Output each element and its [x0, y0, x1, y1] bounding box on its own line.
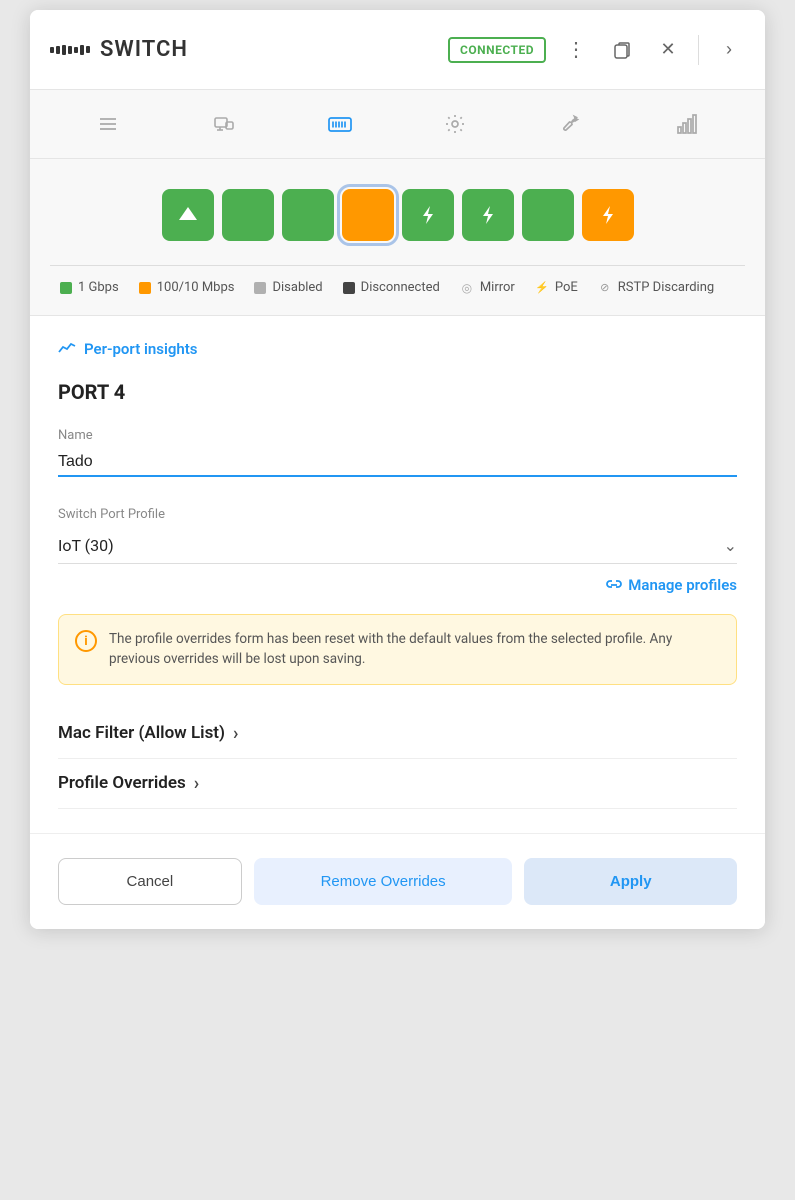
manage-profiles-label: Manage profiles [628, 576, 737, 594]
mac-filter-section[interactable]: Mac Filter (Allow List) › [58, 709, 737, 759]
legend-poe: ⚡ PoE [535, 280, 578, 295]
link-icon [606, 577, 622, 593]
poe-icon: ⚡ [535, 281, 549, 295]
profile-overrides-chevron: › [194, 773, 199, 794]
legend-1gbps: 1 Gbps [60, 280, 119, 295]
tab-tools[interactable] [547, 100, 595, 148]
tab-stats[interactable] [663, 100, 711, 148]
more-button[interactable]: ⋮ [560, 34, 592, 66]
manage-profiles-link[interactable]: Manage profiles [58, 576, 737, 594]
copy-icon [612, 40, 632, 60]
tab-settings[interactable] [431, 100, 479, 148]
port-1[interactable] [162, 189, 214, 241]
main-content: Per-port insights PORT 4 Name Switch Por… [30, 316, 765, 833]
port-3[interactable] [282, 189, 334, 241]
header-controls: CONNECTED ⋮ ✕ › [448, 34, 745, 66]
connected-badge: CONNECTED [448, 37, 546, 63]
profile-label: Switch Port Profile [58, 507, 737, 522]
copy-button[interactable] [606, 34, 638, 66]
profile-overrides-section[interactable]: Profile Overrides › [58, 759, 737, 809]
gear-icon [444, 113, 466, 135]
profile-overrides-label: Profile Overrides [58, 773, 186, 793]
mac-filter-chevron: › [233, 723, 238, 744]
footer-buttons: Cancel Remove Overrides Apply [30, 833, 765, 929]
rstp-icon: ⊘ [598, 281, 612, 295]
info-box: i The profile overrides form has been re… [58, 614, 737, 685]
port-8[interactable] [582, 189, 634, 241]
name-input[interactable] [58, 449, 737, 477]
header-title: SWITCH [100, 37, 188, 62]
legend-1gbps-label: 1 Gbps [78, 280, 119, 295]
legend-disabled-label: Disabled [272, 280, 322, 295]
more-icon: ⋮ [566, 37, 586, 62]
list-icon [97, 113, 119, 135]
cancel-button[interactable]: Cancel [58, 858, 242, 905]
legend-rstp-label: RSTP Discarding [618, 280, 714, 295]
chevron-right-icon: › [726, 39, 732, 60]
info-message: The profile overrides form has been rese… [109, 629, 720, 670]
bolt-icon [480, 204, 496, 226]
nav-tabs [30, 90, 765, 159]
port-5[interactable] [402, 189, 454, 241]
info-icon: i [75, 630, 97, 652]
switch-tab-icon [327, 113, 353, 135]
tab-list[interactable] [84, 100, 132, 148]
legend: 1 Gbps 100/10 Mbps Disabled Disconnected… [50, 280, 745, 295]
per-port-insights-link[interactable]: Per-port insights [58, 340, 737, 358]
bolt-icon [420, 204, 436, 226]
close-button[interactable]: ✕ [652, 34, 684, 66]
remove-overrides-button[interactable]: Remove Overrides [254, 858, 513, 905]
legend-rstp: ⊘ RSTP Discarding [598, 280, 714, 295]
port-7[interactable] [522, 189, 574, 241]
port-visualization: 1 Gbps 100/10 Mbps Disabled Disconnected… [30, 159, 765, 316]
legend-mirror-label: Mirror [480, 280, 515, 295]
mac-filter-label: Mac Filter (Allow List) [58, 723, 225, 743]
apply-button[interactable]: Apply [524, 858, 737, 905]
profile-select[interactable]: IoT (30) ⌄ [58, 528, 737, 564]
tab-devices[interactable] [200, 100, 248, 148]
bolt-icon [600, 204, 616, 226]
header: SWITCH CONNECTED ⋮ ✕ › [30, 10, 765, 90]
port-6[interactable] [462, 189, 514, 241]
insights-icon [58, 340, 76, 358]
legend-disconnected: Disconnected [343, 280, 440, 295]
legend-mirror: ◎ Mirror [460, 280, 515, 295]
close-icon: ✕ [660, 39, 675, 60]
tools-icon [560, 113, 582, 135]
header-divider [698, 35, 699, 65]
legend-100mbps: 100/10 Mbps [139, 280, 235, 295]
chevron-down-icon: ⌄ [724, 536, 737, 555]
header-left: SWITCH [50, 37, 448, 62]
devices-icon [213, 113, 235, 135]
legend-dot-gray [254, 282, 266, 294]
legend-dot-dark [343, 282, 355, 294]
mirror-icon: ◎ [460, 281, 474, 295]
switch-icon [50, 45, 90, 55]
port-2[interactable] [222, 189, 274, 241]
port-heading: PORT 4 [58, 380, 737, 404]
legend-disconnected-label: Disconnected [361, 280, 440, 295]
legend-100mbps-label: 100/10 Mbps [157, 280, 235, 295]
main-panel: SWITCH CONNECTED ⋮ ✕ › [30, 10, 765, 929]
tab-switch[interactable] [316, 100, 364, 148]
insights-label: Per-port insights [84, 340, 198, 358]
profile-value: IoT (30) [58, 536, 114, 555]
legend-dot-orange [139, 282, 151, 294]
profile-field-group: Switch Port Profile IoT (30) ⌄ [58, 507, 737, 564]
name-label: Name [58, 428, 737, 443]
ports-row [50, 189, 745, 241]
legend-dot-green [60, 282, 72, 294]
stats-icon [676, 113, 698, 135]
name-field-group: Name [58, 428, 737, 499]
legend-disabled: Disabled [254, 280, 322, 295]
up-arrow-icon [177, 204, 199, 226]
next-button[interactable]: › [713, 34, 745, 66]
port-4[interactable] [342, 189, 394, 241]
legend-poe-label: PoE [555, 280, 578, 295]
